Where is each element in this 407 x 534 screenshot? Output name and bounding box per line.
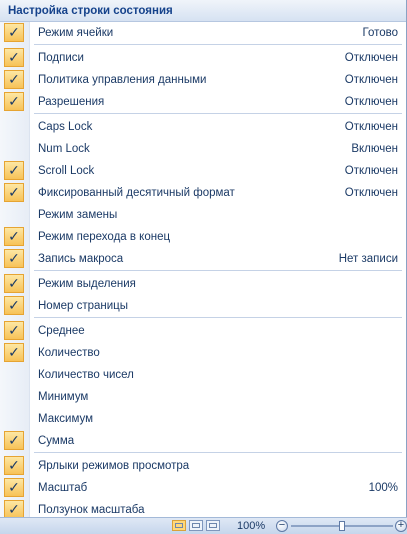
menu-item[interactable]: ✓ Политика управления данными Отключен	[0, 69, 406, 91]
menu-item-value: Отключен	[344, 121, 398, 133]
checkmark-icon: ✓	[4, 227, 24, 246]
checkmark-icon: ✓	[4, 249, 24, 268]
menu-item-label: Политика управления данными	[38, 74, 207, 86]
checkmark-icon: ✓	[4, 48, 24, 67]
menu-item-label: Среднее	[38, 325, 85, 337]
menu-item-value: 100%	[368, 482, 398, 494]
menu-item-label: Максимум	[38, 413, 94, 425]
menu-item[interactable]: ✓ Количество	[0, 342, 406, 364]
menu-item-label: Num Lock	[38, 143, 90, 155]
checkmark-icon: ✓	[4, 274, 24, 293]
menu-item-label: Режим замены	[38, 209, 118, 221]
checkmark-icon: ✓	[4, 478, 24, 497]
checkmark-icon: ✓	[4, 343, 24, 362]
checkmark-icon: ✓	[4, 431, 24, 450]
page-layout-icon	[192, 523, 200, 528]
checkmark-icon: ✓	[4, 321, 24, 340]
menu-item-label: Режим перехода в конец	[38, 231, 171, 243]
normal-view-button[interactable]	[172, 520, 186, 531]
checkmark-icon: ✓	[4, 296, 24, 315]
menu-item-label: Количество чисел	[38, 369, 134, 381]
menu-item-label: Подписи	[38, 52, 84, 64]
zoom-slider-thumb[interactable]	[339, 521, 345, 531]
menu-item[interactable]: Минимум	[0, 386, 406, 408]
checkmark-icon: ✓	[4, 92, 24, 111]
menu-item[interactable]: ✓ Фиксированный десятичный формат Отключен	[0, 182, 406, 204]
menu-item-value: Готово	[362, 27, 398, 39]
menu-item[interactable]: Режим замены	[0, 204, 406, 226]
menu-item-label: Ярлыки режимов просмотра	[38, 460, 190, 472]
menu-item-label: Scroll Lock	[38, 165, 95, 177]
menu-item[interactable]: ✓ Масштаб 100%	[0, 477, 406, 499]
page-break-preview-button[interactable]	[206, 520, 220, 531]
menu-items-list: ✓ Режим ячейки Готово ✓ Подписи Отключен ✓ Поли…	[0, 22, 406, 521]
menu-item-label: Caps Lock	[38, 121, 93, 133]
menu-item[interactable]: ✓ Подписи Отключен	[0, 47, 406, 69]
menu-item-label: Масштаб	[38, 482, 88, 494]
menu-item-value: Нет записи	[338, 253, 398, 265]
menu-item[interactable]: Caps Lock Отключен	[0, 116, 406, 138]
menu-item-label: Минимум	[38, 391, 89, 403]
menu-item[interactable]: ✓ Номер страницы	[0, 295, 406, 317]
menu-item[interactable]: ✓ Сумма	[0, 430, 406, 452]
menu-item-label: Режим ячейки	[38, 27, 114, 39]
checkmark-icon: ✓	[4, 161, 24, 180]
menu-item[interactable]: ✓ Режим выделения	[0, 273, 406, 295]
status-bar: 100% − +	[0, 517, 407, 534]
status-bar-context-menu: Настройка строки состояния ✓ Режим ячейки…	[0, 0, 407, 519]
page-break-icon	[209, 523, 217, 528]
menu-item-value: Отключен	[344, 187, 398, 199]
menu-item-value: Отключен	[344, 96, 398, 108]
menu-item[interactable]: Num Lock Включен	[0, 138, 406, 160]
menu-item[interactable]: Максимум	[0, 408, 406, 430]
menu-item-label: Режим выделения	[38, 278, 136, 290]
zoom-slider[interactable]	[291, 521, 393, 531]
zoom-level-button[interactable]: 100%	[237, 519, 265, 533]
menu-item-label: Фиксированный десятичный формат	[38, 187, 235, 199]
menu-item-value: Отключен	[344, 52, 398, 64]
zoom-in-button[interactable]: +	[395, 520, 407, 532]
menu-item[interactable]: Количество чисел	[0, 364, 406, 386]
menu-item[interactable]: ✓ Режим перехода в конец	[0, 226, 406, 248]
menu-title: Настройка строки состояния	[0, 0, 406, 22]
menu-item-value: Отключен	[344, 74, 398, 86]
menu-item[interactable]: ✓ Среднее	[0, 320, 406, 342]
menu-item[interactable]: ✓ Ярлыки режимов просмотра	[0, 455, 406, 477]
menu-item-label: Количество	[38, 347, 100, 359]
menu-item-label: Сумма	[38, 435, 75, 447]
zoom-out-button[interactable]: −	[276, 520, 288, 532]
menu-item[interactable]: ✓ Запись макроса Нет записи	[0, 248, 406, 270]
checkmark-icon: ✓	[4, 70, 24, 89]
checkmark-icon: ✓	[4, 23, 24, 42]
menu-item[interactable]: ✓ Scroll Lock Отключен	[0, 160, 406, 182]
menu-item-label: Разрешения	[38, 96, 105, 108]
menu-item[interactable]: ✓ Режим ячейки Готово	[0, 22, 406, 44]
menu-item[interactable]: ✓ Разрешения Отключен	[0, 91, 406, 113]
page-layout-view-button[interactable]	[189, 520, 203, 531]
menu-item-value: Включен	[351, 143, 398, 155]
menu-item-label: Запись макроса	[38, 253, 124, 265]
menu-item-label: Номер страницы	[38, 300, 129, 312]
checkmark-icon: ✓	[4, 456, 24, 475]
grid-icon	[175, 523, 183, 528]
checkmark-icon: ✓	[4, 183, 24, 202]
menu-item-value: Отключен	[344, 165, 398, 177]
